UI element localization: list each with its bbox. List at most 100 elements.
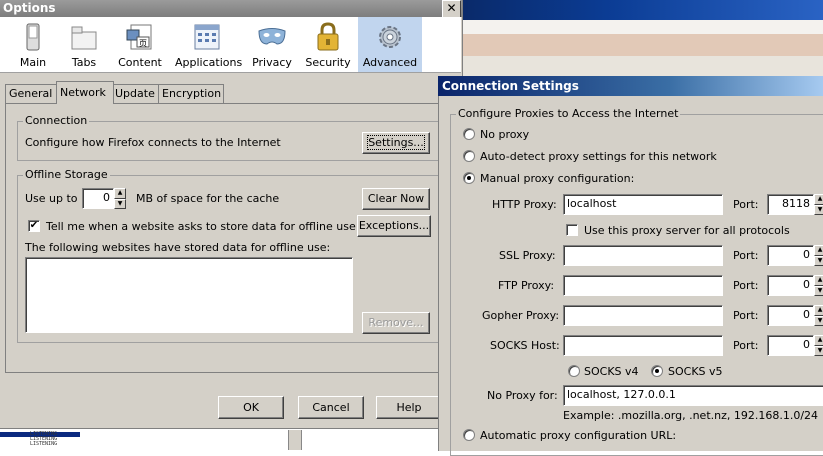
same-proxy-checkbox[interactable]: [566, 224, 578, 236]
socks-v4-radio[interactable]: [568, 365, 580, 377]
ssl-proxy-label: SSL Proxy:: [499, 249, 556, 262]
socks-port-input[interactable]: 0: [767, 335, 814, 356]
http-port-input[interactable]: 8118: [767, 194, 814, 215]
main-switch-icon: [26, 23, 40, 51]
socks-v5-label: SOCKS v5: [668, 365, 723, 378]
gopher-port-down[interactable]: ▼: [814, 316, 823, 326]
tab-general[interactable]: General: [5, 84, 58, 103]
connection-settings-titlebar: Connection Settings: [438, 76, 823, 96]
proxy-config-title: Configure Proxies to Access the Internet: [456, 107, 681, 120]
ftp-proxy-input[interactable]: [563, 275, 723, 296]
toolbar-privacy[interactable]: Privacy: [250, 17, 294, 72]
http-port-up[interactable]: ▲: [814, 194, 823, 205]
remove-button[interactable]: Remove...: [362, 312, 430, 334]
ftp-port-label: Port:: [733, 279, 759, 292]
exceptions-button[interactable]: Exceptions...: [357, 215, 431, 237]
auto-detect-label: Auto-detect proxy settings for this netw…: [480, 150, 717, 163]
help-button[interactable]: Help: [376, 396, 442, 419]
ftp-port-input[interactable]: 0: [767, 275, 814, 296]
security-lock-icon: [317, 22, 339, 51]
toolbar-label: Applications: [175, 56, 243, 69]
ftp-proxy-label: FTP Proxy:: [498, 279, 555, 292]
no-proxy-radio[interactable]: [463, 128, 475, 140]
no-proxy-for-label: No Proxy for:: [487, 389, 558, 402]
toolbar-label: Privacy: [252, 56, 292, 69]
ssl-proxy-input[interactable]: [563, 245, 723, 266]
tab-network[interactable]: Network: [56, 81, 114, 104]
ftp-port-up[interactable]: ▲: [814, 275, 823, 286]
auto-config-url-label: Automatic proxy configuration URL:: [480, 429, 677, 442]
socks-host-label: SOCKS Host:: [490, 339, 560, 352]
http-port-down[interactable]: ▼: [814, 205, 823, 215]
toolbar-advanced[interactable]: Advanced: [358, 17, 422, 72]
toolbar-label: Main: [19, 56, 47, 69]
ftp-port-down[interactable]: ▼: [814, 286, 823, 296]
ssl-port-input[interactable]: 0: [767, 245, 814, 266]
gopher-proxy-label: Gopher Proxy:: [482, 309, 560, 322]
tab-encryption[interactable]: Encryption: [158, 84, 224, 103]
auto-detect-radio[interactable]: [463, 150, 475, 162]
dialog-title: Connection Settings: [442, 79, 579, 93]
ssl-port-down[interactable]: ▼: [814, 256, 823, 266]
background-browser-toolbar: [463, 20, 823, 35]
same-proxy-label: Use this proxy server for all protocols: [584, 224, 790, 237]
connection-description: Configure how Firefox connects to the In…: [25, 136, 281, 149]
gopher-proxy-input[interactable]: [563, 305, 723, 326]
window-title: Options: [3, 1, 56, 15]
stored-sites-label: The following websites have stored data …: [25, 241, 331, 254]
socks-port-down[interactable]: ▼: [814, 346, 823, 356]
ok-button[interactable]: OK: [218, 396, 284, 419]
settings-button-label: Settings...: [367, 135, 425, 150]
gopher-port-up[interactable]: ▲: [814, 305, 823, 316]
toolbar-tabs[interactable]: Tabs: [64, 17, 104, 72]
applications-icon: [194, 24, 220, 50]
ssl-port-up[interactable]: ▲: [814, 245, 823, 256]
cancel-button[interactable]: Cancel: [298, 396, 364, 419]
gopher-port-input[interactable]: 0: [767, 305, 814, 326]
clear-now-button[interactable]: Clear Now: [362, 188, 430, 210]
toolbar-content[interactable]: 页 Content: [117, 17, 163, 72]
privacy-mask-icon: [258, 28, 286, 45]
socks-v4-label: SOCKS v4: [584, 365, 639, 378]
no-proxy-for-input[interactable]: localhost, 127.0.0.1: [563, 385, 823, 406]
cache-size-up[interactable]: ▲: [114, 188, 126, 199]
http-proxy-input[interactable]: localhost: [563, 194, 723, 215]
socks-port-label: Port:: [733, 339, 759, 352]
background-status-lines: LISTENING LISTENING LISTENING: [30, 432, 57, 447]
options-titlebar: Options: [0, 0, 462, 17]
status-line: LISTENING: [30, 441, 58, 447]
background-divider: [288, 430, 302, 450]
toolbar-label: Tabs: [71, 56, 97, 69]
toolbar-label: Advanced: [362, 56, 418, 69]
http-port-label: Port:: [733, 198, 759, 211]
gopher-port-label: Port:: [733, 309, 759, 322]
close-icon: ✕: [446, 1, 457, 15]
offline-notify-checkbox[interactable]: ✔: [28, 220, 40, 232]
close-button[interactable]: ✕: [442, 0, 461, 18]
toolbar-main[interactable]: Main: [15, 17, 51, 72]
manual-proxy-radio[interactable]: [463, 172, 475, 184]
cache-size-input[interactable]: 0: [82, 188, 114, 209]
cache-size-down[interactable]: ▼: [114, 199, 126, 209]
toolbar-label: Security: [305, 56, 351, 69]
offline-notify-label: Tell me when a website asks to store dat…: [46, 220, 356, 233]
auto-config-url-radio[interactable]: [463, 429, 475, 441]
stored-sites-list[interactable]: [25, 257, 353, 333]
offline-storage-title: Offline Storage: [23, 168, 110, 181]
cache-size-suffix: MB of space for the cache: [136, 192, 280, 205]
toolbar-label: Content: [118, 56, 162, 69]
tab-update[interactable]: Update: [111, 84, 161, 103]
socks-port-up[interactable]: ▲: [814, 335, 823, 346]
svg-text:页: 页: [139, 39, 147, 48]
toolbar-applications[interactable]: Applications: [175, 17, 243, 72]
settings-button[interactable]: Settings...: [362, 132, 430, 154]
http-proxy-label: HTTP Proxy:: [492, 198, 557, 211]
manual-proxy-label: Manual proxy configuration:: [480, 172, 635, 185]
no-proxy-label: No proxy: [480, 128, 530, 141]
advanced-gear-icon: [379, 26, 401, 48]
toolbar-security[interactable]: Security: [305, 17, 351, 72]
socks-host-input[interactable]: [563, 335, 723, 356]
socks-v5-radio[interactable]: [651, 365, 663, 377]
background-browser-band: [463, 34, 823, 56]
options-toolbar: Main Tabs 页 Content Applications Privacy…: [0, 17, 461, 73]
